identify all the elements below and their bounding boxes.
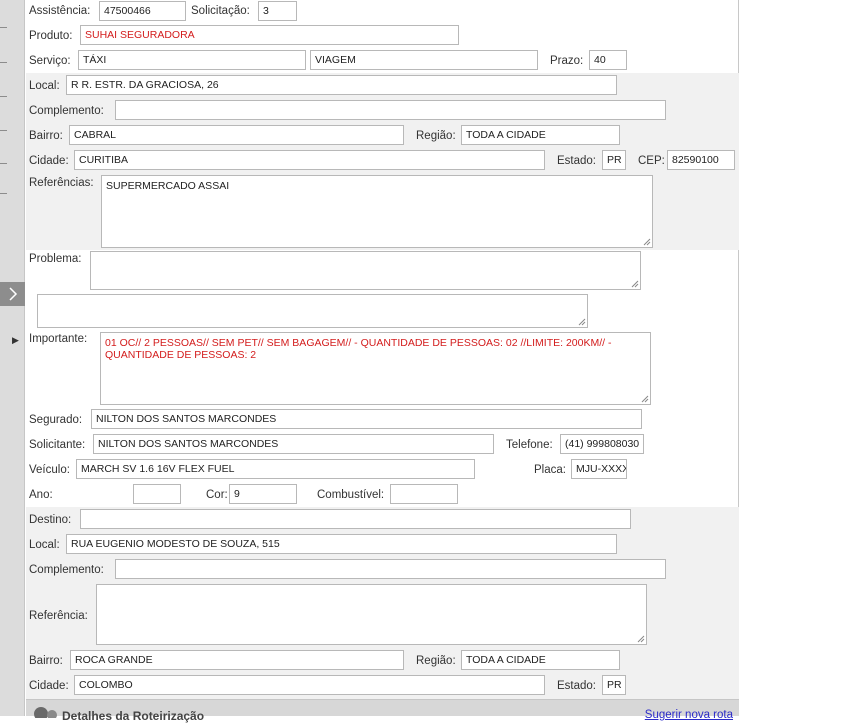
cidade-label: Cidade: [29, 155, 69, 167]
suggest-route-link[interactable]: Sugerir nova rota [645, 709, 733, 721]
solicitacao-field[interactable]: 3 [258, 1, 297, 21]
veiculo-field[interactable]: MARCH SV 1.6 16V FLEX FUEL [76, 459, 475, 479]
estado-field[interactable]: PR [602, 150, 626, 170]
destino-cidade-label: Cidade: [29, 680, 69, 692]
destino-local-field[interactable]: RUA EUGENIO MODESTO DE SOUZA, 515 [66, 534, 617, 554]
assistencia-label: Assistência: [29, 5, 91, 17]
placa-field[interactable]: MJU-XXXX [571, 459, 627, 479]
local-field[interactable]: R R. ESTR. DA GRACIOSA, 26 [66, 75, 617, 95]
destino-bairro-field[interactable]: ROCA GRANDE [70, 650, 404, 670]
sidebar-tick [0, 96, 7, 97]
destino-local-label: Local: [29, 539, 60, 551]
complemento-label: Complemento: [29, 105, 104, 117]
combustivel-field[interactable] [390, 484, 458, 504]
ano-field[interactable] [133, 484, 181, 504]
produto-field[interactable]: SUHAI SEGURADORA [80, 25, 459, 45]
servico-subtype-field[interactable]: VIAGEM [310, 50, 538, 70]
routing-details-title: Detalhes da Roteirização [62, 709, 205, 723]
bairro-field[interactable]: CABRAL [69, 125, 404, 145]
destino-referencia-textarea[interactable] [96, 584, 647, 645]
destino-bairro-label: Bairro: [29, 655, 63, 667]
regiao-field[interactable]: TODA A CIDADE [461, 125, 620, 145]
telefone-field[interactable]: (41) 999808030 [560, 434, 644, 454]
destino-complemento-field[interactable] [115, 559, 666, 579]
importante-label: Importante: [29, 333, 88, 345]
caret-right-icon[interactable]: ▶ [12, 335, 19, 346]
resize-grip-icon[interactable] [637, 635, 645, 643]
sidebar-tick [0, 62, 7, 63]
resize-grip-icon[interactable] [641, 395, 649, 403]
referencias-label: Referências: [29, 177, 94, 189]
solicitante-label: Solicitante: [29, 439, 86, 451]
estado-label: Estado: [557, 155, 596, 167]
combustivel-label: Combustível: [317, 489, 385, 501]
importante-textarea[interactable]: 01 OC// 2 PESSOAS// SEM PET// SEM BAGAGE… [100, 332, 651, 405]
segurado-field[interactable]: NILTON DOS SANTOS MARCONDES [91, 409, 642, 429]
cor-field[interactable]: 9 [229, 484, 297, 504]
sidebar-tick [0, 193, 7, 194]
destino-referencia-label: Referência: [29, 610, 88, 622]
service-form-panel: Assistência: 47500466 Solicitação: 3 Pro… [26, 0, 739, 716]
destino-regiao-label: Região: [416, 655, 456, 667]
sidebar-tick [0, 163, 7, 164]
servico-type-field[interactable]: TÁXI [78, 50, 306, 70]
referencias-textarea[interactable]: SUPERMERCADO ASSAI [101, 175, 653, 248]
resize-grip-icon[interactable] [578, 318, 586, 326]
destino-field[interactable] [80, 509, 631, 529]
sidebar-tick [0, 130, 7, 131]
destino-estado-label: Estado: [557, 680, 596, 692]
ano-label: Ano: [29, 489, 53, 501]
problema-label: Problema: [29, 253, 82, 265]
solicitacao-label: Solicitação: [191, 5, 250, 17]
chevron-right-icon [8, 287, 17, 301]
produto-label: Produto: [29, 30, 73, 42]
destino-cidade-field[interactable]: COLOMBO [74, 675, 545, 695]
resize-grip-icon[interactable] [643, 238, 651, 246]
local-label: Local: [29, 80, 60, 92]
routing-details-header[interactable]: Detalhes da Roteirização Sugerir nova ro… [26, 699, 739, 723]
segurado-label: Segurado: [29, 414, 83, 426]
cep-label: CEP: [638, 155, 665, 167]
bairro-label: Bairro: [29, 130, 63, 142]
left-sidebar: ▶ [0, 0, 25, 716]
cor-label: Cor: [206, 489, 228, 501]
cidade-field[interactable]: CURITIBA [74, 150, 545, 170]
cep-field[interactable]: 82590100 [667, 150, 735, 170]
complemento-field[interactable] [115, 100, 666, 120]
importante-text: 01 OC// 2 PESSOAS// SEM PET// SEM BAGAGE… [105, 337, 612, 361]
prazo-label: Prazo: [550, 55, 584, 67]
telefone-label: Telefone: [506, 439, 553, 451]
assistencia-field[interactable]: 47500466 [99, 1, 186, 21]
solicitante-field[interactable]: NILTON DOS SANTOS MARCONDES [93, 434, 494, 454]
problema-textarea[interactable] [90, 251, 641, 290]
prazo-field[interactable]: 40 [589, 50, 627, 70]
sidebar-toggle-button[interactable] [0, 282, 25, 306]
destino-label: Destino: [29, 514, 72, 526]
destino-estado-field[interactable]: PR [602, 675, 626, 695]
sidebar-tick [0, 27, 7, 28]
regiao-label: Região: [416, 130, 456, 142]
destino-complemento-label: Complemento: [29, 564, 104, 576]
resize-grip-icon[interactable] [631, 280, 639, 288]
problema-extra-textarea[interactable] [37, 294, 588, 328]
placa-label: Placa: [534, 464, 566, 476]
servico-label: Serviço: [29, 55, 71, 67]
destino-regiao-field[interactable]: TODA A CIDADE [461, 650, 620, 670]
referencias-text: SUPERMERCADO ASSAI [106, 180, 230, 192]
veiculo-label: Veículo: [29, 464, 70, 476]
